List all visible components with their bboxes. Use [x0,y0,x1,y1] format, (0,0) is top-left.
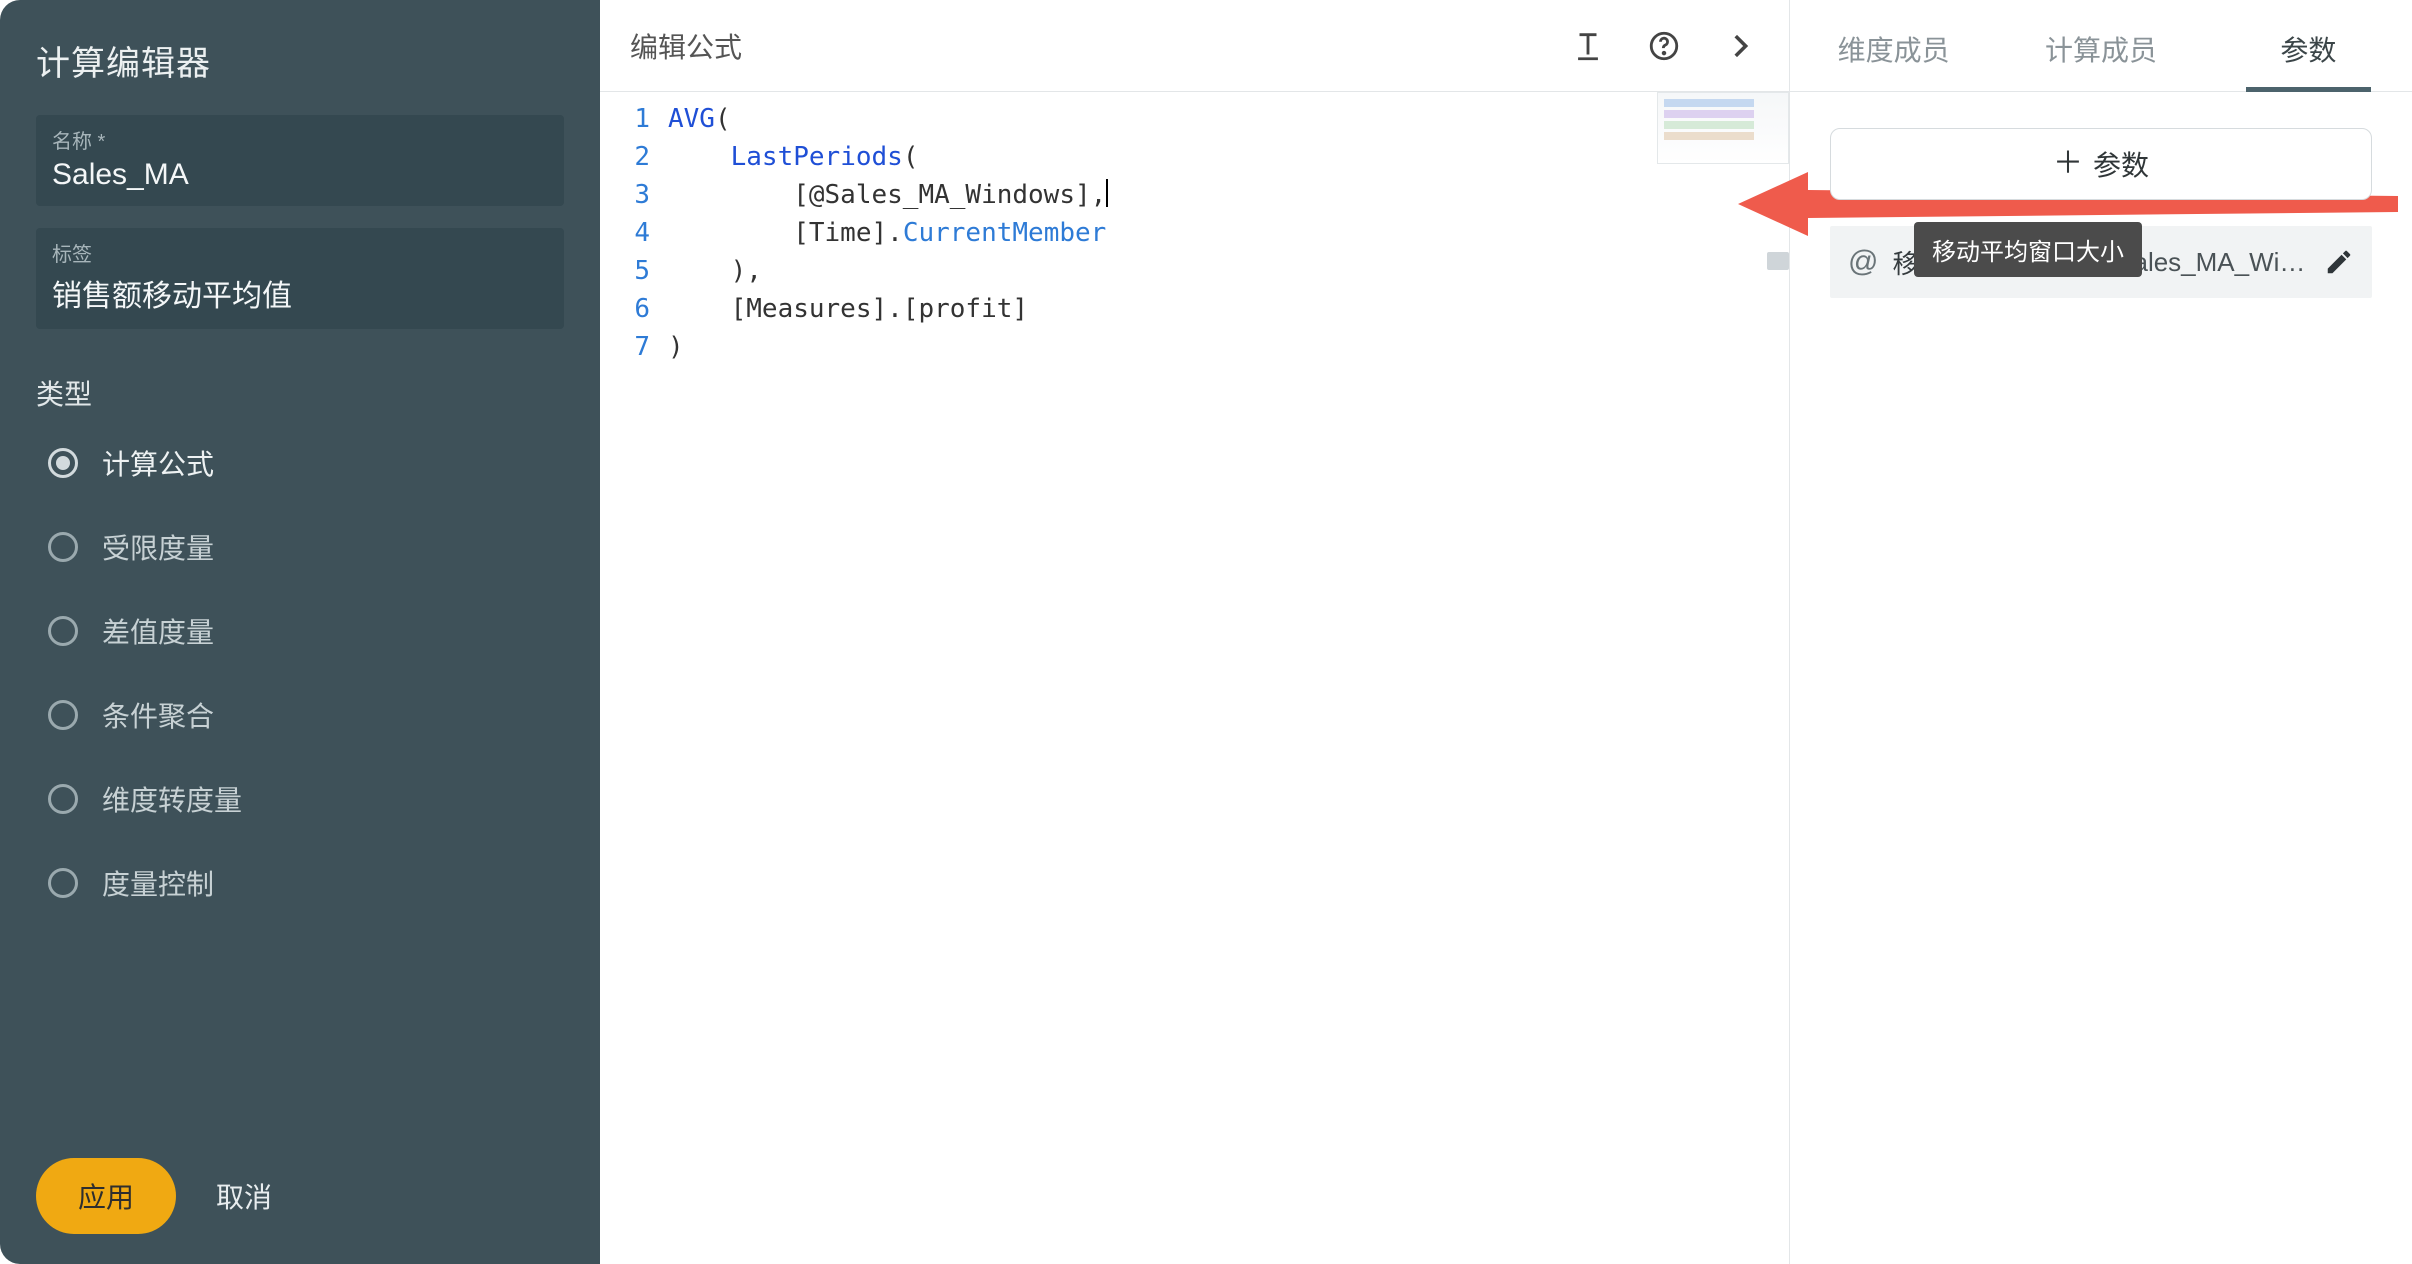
editor-header-title: 编辑公式 [630,26,1569,66]
type-radio-group: 计算公式受限度量差值度量条件聚合维度转度量度量控制 [36,443,564,903]
plus-icon: ＋ [2053,149,2083,179]
sidebar: 计算编辑器 名称 * Sales_MA 标签 销售额移动平均值 类型 计算公式受… [0,0,600,1264]
tab-2[interactable]: 参数 [2205,29,2412,91]
tag-field[interactable]: 标签 销售额移动平均值 [36,228,564,329]
radio-icon [48,532,78,562]
sidebar-title: 计算编辑器 [36,36,564,85]
chevron-right-icon[interactable] [1721,27,1759,65]
scrollbar-thumb[interactable] [1767,252,1789,270]
radio-icon [48,784,78,814]
apply-button[interactable]: 应用 [36,1158,176,1234]
add-param-label: 参数 [2093,144,2149,184]
tab-1[interactable]: 计算成员 [1997,29,2204,91]
type-option-4[interactable]: 维度转度量 [48,779,564,819]
edit-icon[interactable] [2324,247,2354,277]
param-tooltip: 移动平均窗口大小 [1914,222,2142,277]
line-gutter: 1234567 [600,92,668,1264]
type-option-label: 维度转度量 [102,779,242,819]
right-panel: 维度成员计算成员参数 ＋ 参数 @移动平均窗口大...Sales_MA_Wind… [1790,0,2412,1264]
name-field[interactable]: 名称 * Sales_MA [36,115,564,206]
editor-column: 编辑公式 1234567 AVG( LastPeriods( [@Sales_M… [600,0,1790,1264]
at-icon: @ [1848,245,1878,279]
type-option-3[interactable]: 条件聚合 [48,695,564,735]
radio-icon [48,616,78,646]
minimap[interactable] [1657,92,1789,164]
radio-icon [48,700,78,730]
format-icon[interactable] [1569,27,1607,65]
name-field-value[interactable]: Sales_MA [52,158,548,192]
editor-header: 编辑公式 [600,0,1789,92]
type-option-label: 度量控制 [102,863,214,903]
type-option-1[interactable]: 受限度量 [48,527,564,567]
right-tabs: 维度成员计算成员参数 [1790,0,2412,92]
type-option-2[interactable]: 差值度量 [48,611,564,651]
cancel-button[interactable]: 取消 [216,1176,272,1216]
add-param-button[interactable]: ＋ 参数 [1830,128,2372,200]
tag-field-value[interactable]: 销售额移动平均值 [52,271,548,315]
type-option-0[interactable]: 计算公式 [48,443,564,483]
type-option-label: 计算公式 [102,443,214,483]
code-content[interactable]: AVG( LastPeriods( [@Sales_MA_Windows], [… [668,92,1789,1264]
radio-icon [48,868,78,898]
type-option-label: 受限度量 [102,527,214,567]
type-section-label: 类型 [36,373,564,413]
type-option-label: 差值度量 [102,611,214,651]
radio-icon [48,448,78,478]
tab-0[interactable]: 维度成员 [1790,29,1997,91]
tag-field-label: 标签 [52,238,548,267]
name-field-label: 名称 * [52,125,548,154]
type-option-5[interactable]: 度量控制 [48,863,564,903]
help-icon[interactable] [1645,27,1683,65]
code-editor[interactable]: 1234567 AVG( LastPeriods( [@Sales_MA_Win… [600,92,1789,1264]
type-option-label: 条件聚合 [102,695,214,735]
param-name: Sales_MA_Windows [2116,247,2310,278]
